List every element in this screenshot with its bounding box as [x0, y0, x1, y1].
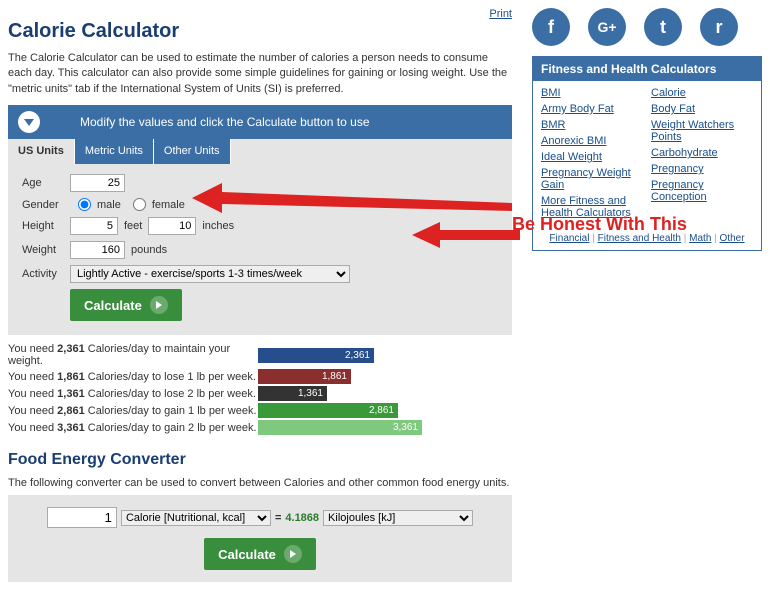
conv-result: 4.1868	[285, 512, 319, 524]
print-link[interactable]: Print	[489, 8, 512, 20]
feet-unit: feet	[124, 220, 142, 232]
result-bar: 3,361	[258, 420, 422, 435]
result-bar: 2,361	[258, 348, 374, 363]
gender-female-radio[interactable]	[133, 198, 146, 211]
gender-female-label: female	[152, 199, 185, 211]
result-text: You need 1,861 Calories/day to lose 1 lb…	[8, 371, 258, 383]
gender-male-label: male	[97, 199, 121, 211]
result-text: You need 3,361 Calories/day to gain 2 lb…	[8, 422, 258, 434]
print-link-row: Print	[8, 8, 512, 20]
activity-select[interactable]: Lightly Active - exercise/sports 1-3 tim…	[70, 265, 350, 283]
calc-link[interactable]: Pregnancy	[651, 163, 753, 175]
activity-label: Activity	[22, 268, 70, 280]
conv-calculate-label: Calculate	[218, 547, 276, 562]
category-link[interactable]: Other	[720, 233, 745, 244]
gender-male-radio[interactable]	[78, 198, 91, 211]
result-text: You need 2,361 Calories/day to maintain …	[8, 343, 258, 367]
conv-input[interactable]	[47, 507, 117, 528]
facebook-icon[interactable]: f	[532, 8, 570, 46]
result-bar: 1,861	[258, 369, 351, 384]
calc-link[interactable]: Ideal Weight	[541, 151, 643, 163]
calc-link[interactable]: Calorie	[651, 87, 753, 99]
weight-input[interactable]	[70, 241, 125, 259]
equals-sign: =	[275, 512, 281, 524]
page-title: Calorie Calculator	[8, 20, 512, 43]
social-row: f G+ t r	[532, 8, 762, 46]
play-icon	[284, 545, 302, 563]
calculate-button[interactable]: Calculate	[70, 289, 182, 321]
calc-link[interactable]: Anorexic BMI	[541, 135, 643, 147]
intro-text: The Calorie Calculator can be used to es…	[8, 51, 512, 97]
conv-from-select[interactable]: Calorie [Nutritional, kcal]	[121, 510, 271, 526]
result-row: You need 1,861 Calories/day to lose 1 lb…	[8, 369, 512, 384]
chevron-down-icon	[18, 111, 40, 133]
weight-label: Weight	[22, 244, 70, 256]
calc-link[interactable]: BMR	[541, 119, 643, 131]
result-row: You need 2,361 Calories/day to maintain …	[8, 343, 512, 367]
result-bar: 1,361	[258, 386, 327, 401]
calc-link[interactable]: Army Body Fat	[541, 103, 643, 115]
weight-unit: pounds	[131, 244, 167, 256]
gender-label: Gender	[22, 199, 70, 211]
converter-title: Food Energy Converter	[8, 451, 512, 469]
result-text: You need 1,361 Calories/day to lose 2 lb…	[8, 388, 258, 400]
converter-form: Calorie [Nutritional, kcal] = 4.1868 Kil…	[8, 495, 512, 582]
result-bar: 2,861	[258, 403, 398, 418]
result-row: You need 1,361 Calories/day to lose 2 lb…	[8, 386, 512, 401]
instruction-bar: Modify the values and click the Calculat…	[8, 105, 512, 139]
calc-link[interactable]: Carbohydrate	[651, 147, 753, 159]
calc-link[interactable]: Pregnancy Weight Gain	[541, 167, 643, 191]
calc-link[interactable]: Pregnancy Conception	[651, 179, 753, 203]
panel-title: Fitness and Health Calculators	[533, 57, 761, 81]
conv-calculate-button[interactable]: Calculate	[204, 538, 316, 570]
google-plus-icon[interactable]: G+	[588, 8, 626, 46]
unit-tabs: US Units Metric Units Other Units	[8, 139, 512, 164]
age-label: Age	[22, 177, 70, 189]
height-inches-input[interactable]	[148, 217, 196, 235]
height-label: Height	[22, 220, 70, 232]
tab-metric-units[interactable]: Metric Units	[75, 139, 154, 164]
converter-intro: The following converter can be used to c…	[8, 477, 512, 489]
play-icon	[150, 296, 168, 314]
calc-link[interactable]: Body Fat	[651, 103, 753, 115]
result-row: You need 2,861 Calories/day to gain 1 lb…	[8, 403, 512, 418]
age-input[interactable]	[70, 174, 125, 192]
calculate-label: Calculate	[84, 298, 142, 313]
results-list: You need 2,361 Calories/day to maintain …	[8, 343, 512, 435]
result-text: You need 2,861 Calories/day to gain 1 lb…	[8, 405, 258, 417]
result-row: You need 3,361 Calories/day to gain 2 lb…	[8, 420, 512, 435]
category-link[interactable]: Math	[689, 233, 711, 244]
reddit-icon[interactable]: r	[700, 8, 738, 46]
instruction-text: Modify the values and click the Calculat…	[80, 115, 370, 129]
tab-us-units[interactable]: US Units	[8, 139, 75, 164]
height-feet-input[interactable]	[70, 217, 118, 235]
annotation-arrow-icon	[412, 220, 522, 250]
twitter-icon[interactable]: t	[644, 8, 682, 46]
conv-to-select[interactable]: Kilojoules [kJ]	[323, 510, 473, 526]
tab-other-units[interactable]: Other Units	[154, 139, 231, 164]
calc-link[interactable]: Weight Watchers Points	[651, 119, 753, 143]
calc-link[interactable]: BMI	[541, 87, 643, 99]
annotation-text: Be Honest With This	[512, 214, 687, 235]
